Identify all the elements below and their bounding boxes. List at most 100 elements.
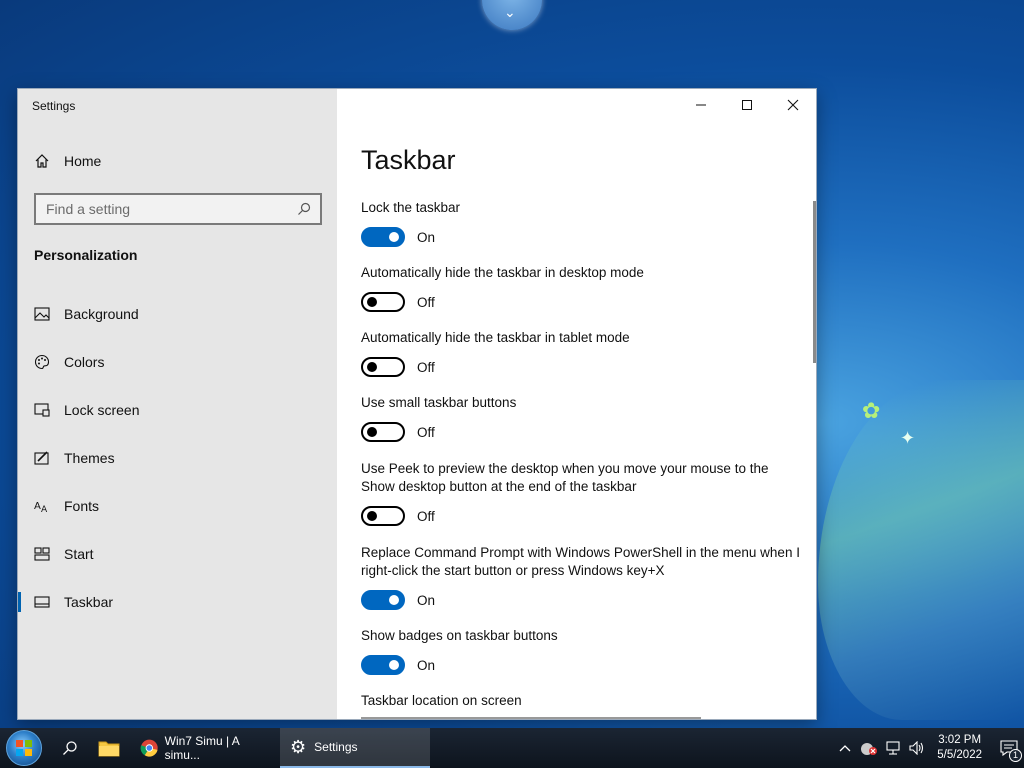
sidebar-item-label: Home <box>64 153 102 169</box>
themes-icon <box>34 450 50 466</box>
maximize-button[interactable] <box>724 89 770 121</box>
close-button[interactable] <box>770 89 816 121</box>
volume-icon[interactable] <box>906 741 928 755</box>
badges-toggle[interactable]: On <box>361 655 435 675</box>
minimize-icon <box>696 104 706 106</box>
windows-logo-icon <box>16 740 32 756</box>
svg-text:A: A <box>34 501 41 512</box>
toggle-state: On <box>417 592 436 608</box>
setting-label: Show badges on taskbar buttons <box>361 628 558 643</box>
sidebar-item-label: Start <box>64 546 94 562</box>
sidebar-item-colors[interactable]: Colors <box>18 342 337 382</box>
toggle-state: Off <box>417 424 435 440</box>
svg-text:A: A <box>41 505 48 513</box>
clock-time: 3:02 PM <box>938 734 982 746</box>
search-input[interactable] <box>36 195 294 223</box>
sidebar: Settings Home Personalization Background <box>18 89 337 719</box>
sidebar-item-fonts[interactable]: AA Fonts <box>18 486 337 526</box>
clock[interactable]: 3:02 PM 5/5/2022 <box>937 733 982 763</box>
peek-toggle[interactable]: Off <box>361 506 435 526</box>
taskbar-app-settings[interactable]: ⚙ Settings <box>280 728 430 768</box>
settings-window: Settings Home Personalization Background <box>17 88 817 720</box>
search-icon <box>63 741 77 755</box>
toggle-state: Off <box>417 508 435 524</box>
home-icon <box>34 153 50 169</box>
window-title: Settings <box>32 99 76 113</box>
toggle-state: On <box>417 657 436 673</box>
toggle-state: On <box>417 229 436 245</box>
setting-label: Use Peek to preview the desktop when you… <box>361 461 769 494</box>
sidebar-item-label: Background <box>64 306 139 322</box>
toggle-state: Off <box>417 294 435 310</box>
sidebar-item-background[interactable]: Background <box>18 294 337 334</box>
autohide-tablet-toggle[interactable]: Off <box>361 357 435 377</box>
desktop-orb-button[interactable]: ⌄ <box>482 0 542 30</box>
picture-icon <box>34 306 50 322</box>
security-icon[interactable] <box>858 740 880 756</box>
toggle-switch[interactable] <box>361 506 405 526</box>
powershell-toggle[interactable]: On <box>361 590 435 610</box>
autohide-desktop-toggle[interactable]: Off <box>361 292 435 312</box>
taskbar-location-dropdown[interactable] <box>361 717 701 719</box>
file-explorer-button[interactable] <box>88 728 130 768</box>
sidebar-item-home[interactable]: Home <box>18 141 337 181</box>
setting-label: Automatically hide the taskbar in tablet… <box>361 330 630 345</box>
system-tray: 3:02 PM 5/5/2022 1 <box>833 728 1024 768</box>
sidebar-item-label: Fonts <box>64 498 100 514</box>
taskbar: Win7 Simu | A simu... ⚙ Settings 3:02 PM… <box>0 728 1024 768</box>
taskbar-location-label: Taskbar location on screen <box>361 693 522 708</box>
page-title: Taskbar <box>361 145 456 175</box>
close-icon <box>787 99 799 111</box>
toggle-switch[interactable] <box>361 292 405 312</box>
sidebar-item-label: Lock screen <box>64 402 140 418</box>
toggle-switch[interactable] <box>361 227 405 247</box>
palette-icon <box>34 354 50 370</box>
scrollbar[interactable] <box>813 201 816 363</box>
small-buttons-toggle[interactable]: Off <box>361 422 435 442</box>
taskbar-icon <box>34 594 50 610</box>
wallpaper-streak <box>818 380 1024 720</box>
maximize-icon <box>742 100 752 110</box>
taskbar-app-label: Settings <box>314 740 358 754</box>
toggle-switch[interactable] <box>361 655 405 675</box>
start-button[interactable] <box>6 730 42 766</box>
toggle-switch[interactable] <box>361 422 405 442</box>
section-heading: Personalization <box>34 247 138 263</box>
fonts-icon: AA <box>34 498 50 514</box>
notification-count-badge: 1 <box>1009 749 1022 762</box>
taskbar-app-chrome[interactable]: Win7 Simu | A simu... <box>130 728 280 768</box>
taskbar-app-label: Win7 Simu | A simu... <box>164 734 240 762</box>
sidebar-item-label: Colors <box>64 354 105 370</box>
clock-date: 5/5/2022 <box>937 749 982 761</box>
chrome-icon <box>140 739 158 757</box>
setting-label: Replace Command Prompt with Windows Powe… <box>361 545 800 578</box>
sidebar-item-themes[interactable]: Themes <box>18 438 337 478</box>
lock-taskbar-toggle[interactable]: On <box>361 227 435 247</box>
bird-icon: ✦ <box>900 428 916 448</box>
chevron-up-icon[interactable] <box>834 744 856 752</box>
setting-label: Use small taskbar buttons <box>361 395 517 410</box>
bird-icon: ✿ <box>862 398 881 423</box>
search-icon[interactable] <box>294 202 314 216</box>
search-box[interactable] <box>34 193 322 225</box>
start-icon <box>34 546 50 562</box>
toggle-switch[interactable] <box>361 590 405 610</box>
setting-label: Lock the taskbar <box>361 200 461 215</box>
sidebar-item-label: Themes <box>64 450 115 466</box>
gear-icon: ⚙ <box>290 737 307 757</box>
taskbar-search-button[interactable] <box>52 728 88 768</box>
sidebar-item-taskbar[interactable]: Taskbar <box>18 582 337 622</box>
network-icon[interactable] <box>882 741 904 755</box>
content-pane: Taskbar Lock the taskbar On Automaticall… <box>337 89 816 719</box>
action-center-button[interactable]: 1 <box>994 728 1024 768</box>
folder-icon <box>98 741 120 757</box>
sidebar-item-label: Taskbar <box>64 594 114 610</box>
toggle-switch[interactable] <box>361 357 405 377</box>
toggle-state: Off <box>417 359 435 375</box>
sidebar-item-start[interactable]: Start <box>18 534 337 574</box>
lock-screen-icon <box>34 402 50 418</box>
chevron-down-icon: ⌄ <box>504 4 516 20</box>
sidebar-item-lock-screen[interactable]: Lock screen <box>18 390 337 430</box>
setting-label: Automatically hide the taskbar in deskto… <box>361 265 644 280</box>
minimize-button[interactable] <box>678 89 724 121</box>
